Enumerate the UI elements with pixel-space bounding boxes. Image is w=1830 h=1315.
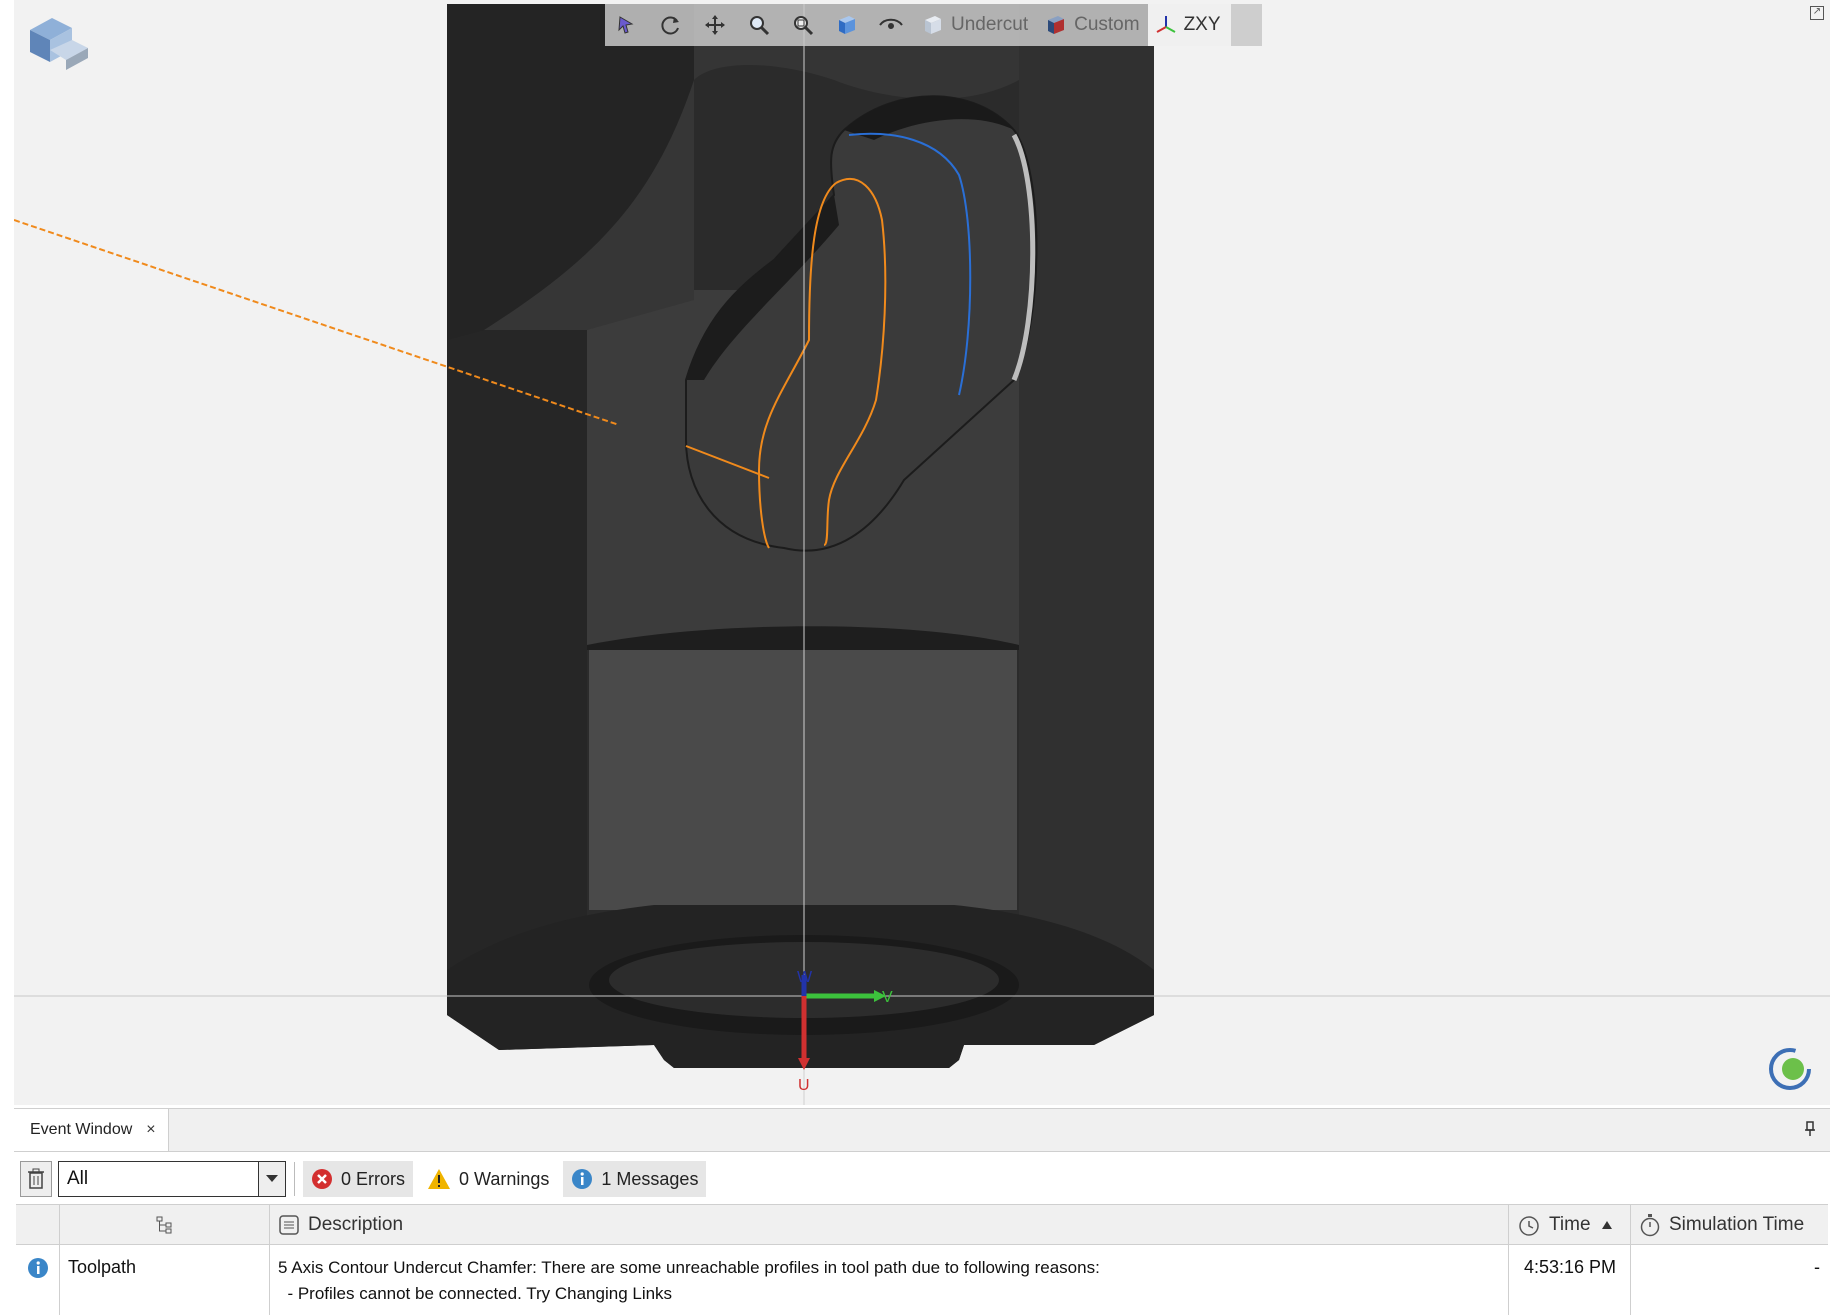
table-row[interactable]: Toolpath 5 Axis Contour Undercut Chamfer… <box>16 1245 1828 1315</box>
view-orientation-icon[interactable] <box>30 18 88 70</box>
warnings-label: 0 Warnings <box>459 1168 550 1189</box>
zxy-label: ZXY <box>1183 14 1221 35</box>
event-filter-value: All <box>67 1168 89 1189</box>
u-axis-label: U <box>798 1077 810 1094</box>
pin-icon[interactable] <box>1804 1121 1816 1142</box>
tree-icon <box>156 1216 171 1233</box>
errors-label: 0 Errors <box>341 1168 406 1189</box>
undercut-view-button[interactable]: Undercut <box>913 4 1036 46</box>
header-description-label: Description <box>308 1213 404 1235</box>
header-description-col[interactable]: Description <box>270 1205 1509 1244</box>
restore-viewport-icon[interactable]: ↗ <box>1810 6 1824 20</box>
w-axis-label: W <box>797 969 813 986</box>
trash-icon <box>28 1168 44 1189</box>
clear-events-button[interactable] <box>20 1161 52 1197</box>
zoom-window-icon[interactable] <box>737 4 781 46</box>
pan-icon[interactable] <box>693 4 737 46</box>
filter-separator <box>294 1162 295 1196</box>
event-window-tab[interactable]: Event Window × <box>14 1109 169 1151</box>
panel-tab-bar: Event Window × <box>14 1109 1830 1152</box>
event-window-panel: Event Window × All 0 Errors 0 Warnings 1 <box>14 1108 1830 1315</box>
row-type-cell <box>16 1245 60 1315</box>
event-window-tab-label: Event Window <box>30 1121 133 1138</box>
error-icon <box>312 1169 332 1189</box>
app-logo-icon <box>1769 1048 1811 1090</box>
warnings-filter-button[interactable]: 0 Warnings <box>419 1161 557 1197</box>
row-source: Toolpath <box>68 1257 137 1277</box>
undercut-label: Undercut <box>951 14 1029 35</box>
row-simulation-time: - <box>1814 1257 1820 1277</box>
select-icon[interactable] <box>605 4 649 46</box>
row-simulation-time-cell: - <box>1631 1245 1828 1315</box>
clock-icon <box>1519 1215 1539 1236</box>
rotate-icon[interactable] <box>649 4 693 46</box>
row-source-cell: Toolpath <box>60 1245 270 1315</box>
row-description-line1: 5 Axis Contour Undercut Chamfer: There a… <box>278 1258 1100 1277</box>
row-description-cell: 5 Axis Contour Undercut Chamfer: There a… <box>270 1245 1509 1315</box>
header-simulation-time-col[interactable]: Simulation Time <box>1631 1205 1828 1244</box>
row-time: 4:53:16 PM <box>1523 1257 1616 1277</box>
errors-filter-button[interactable]: 0 Errors <box>303 1161 414 1197</box>
warning-icon <box>428 1169 451 1189</box>
left-edge-strip <box>0 0 15 1105</box>
undercut-cube-icon <box>925 16 941 34</box>
chevron-down-icon[interactable] <box>258 1162 285 1196</box>
info-icon <box>572 1169 593 1189</box>
row-time-cell: 4:53:16 PM <box>1509 1245 1631 1315</box>
messages-filter-button[interactable]: 1 Messages <box>563 1161 707 1197</box>
view-cube-icon[interactable] <box>825 4 869 46</box>
3d-viewport[interactable]: W V U Undercut Custom ZXY ↗ <box>14 0 1830 1105</box>
messages-label: 1 Messages <box>601 1168 699 1189</box>
event-table-header: Description Time Simulation Time <box>16 1204 1828 1245</box>
zoom-fit-icon[interactable] <box>781 4 825 46</box>
custom-view-button[interactable]: Custom <box>1036 4 1147 46</box>
header-time-col[interactable]: Time <box>1509 1205 1631 1244</box>
close-icon[interactable]: × <box>146 1121 155 1139</box>
lower-flat-face <box>589 650 1017 910</box>
right-face <box>1019 4 1154 1014</box>
info-icon <box>27 1258 48 1278</box>
header-icon-col <box>16 1205 60 1244</box>
event-filter-select[interactable]: All <box>58 1161 286 1197</box>
row-description-line2: - Profiles cannot be connected. Try Chan… <box>278 1284 673 1303</box>
triad-icon <box>1156 16 1176 33</box>
event-table: Description Time Simulation Time Toolpat… <box>16 1204 1828 1315</box>
event-filter-bar: All 0 Errors 0 Warnings 1 Messages <box>14 1157 1830 1201</box>
zxy-orientation-button[interactable]: ZXY <box>1147 4 1231 46</box>
header-simulation-time-label: Simulation Time <box>1669 1213 1805 1235</box>
description-icon <box>279 1214 299 1235</box>
part-model[interactable]: W V U <box>14 0 1830 1105</box>
view-toolbar: Undercut Custom ZXY <box>605 4 1262 46</box>
v-axis-label: V <box>882 989 893 1006</box>
sort-ascending-icon <box>1601 1220 1612 1229</box>
custom-label: Custom <box>1074 14 1140 35</box>
header-time-label: Time <box>1549 1213 1591 1235</box>
custom-cube-icon <box>1048 16 1065 34</box>
stopwatch-icon <box>1640 1213 1660 1236</box>
eye-icon[interactable] <box>869 4 913 46</box>
header-source-col[interactable] <box>60 1205 270 1244</box>
